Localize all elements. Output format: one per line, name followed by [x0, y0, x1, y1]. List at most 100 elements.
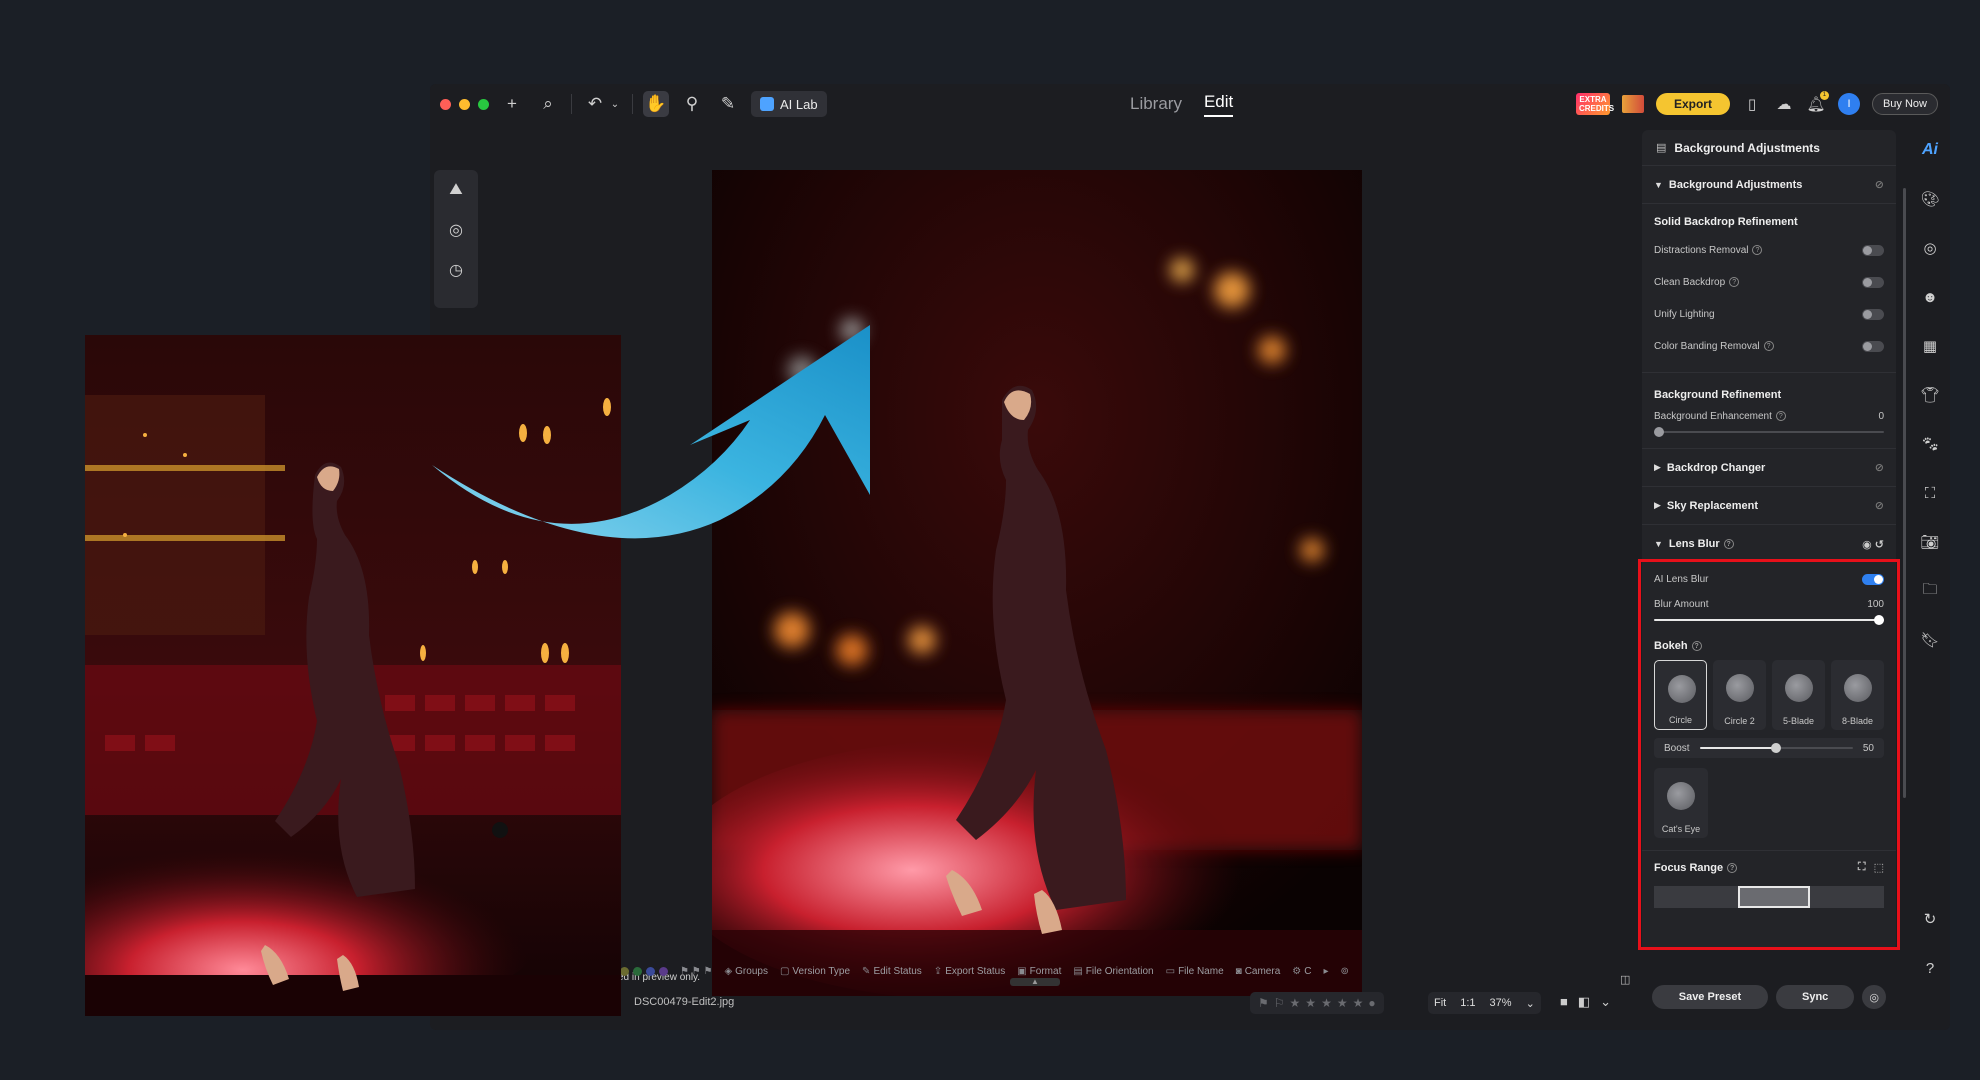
bokeh-option-circle-2[interactable]: Circle 2 — [1713, 660, 1767, 730]
help-icon[interactable]: ? — [1729, 276, 1740, 287]
chevron-down-icon[interactable]: ⌄ — [608, 91, 622, 117]
ai-tools-icon[interactable]: Ai — [1920, 140, 1940, 160]
panel-scrollbar[interactable] — [1903, 188, 1906, 798]
folder-icon[interactable]: 🗀 — [1920, 581, 1940, 601]
blur-amount-slider[interactable]: Blur Amount 100 — [1642, 599, 1896, 626]
help-icon[interactable]: ? — [1920, 958, 1940, 978]
sync-button[interactable]: Sync — [1775, 985, 1855, 1009]
search-icon[interactable]: ⌕ — [535, 91, 561, 117]
maximize-window-button[interactable] — [478, 98, 489, 110]
sync-settings-icon[interactable]: ◎ — [1862, 985, 1886, 1009]
focus-pick-icon[interactable]: ⛶ — [1858, 861, 1866, 874]
slider-track[interactable] — [1699, 742, 1853, 754]
bokeh-option-5-blade[interactable]: 5-Blade — [1772, 660, 1825, 730]
extra-credits-badge[interactable]: EXTRA CREDITS — [1575, 93, 1614, 115]
reset-disabled-icon[interactable]: ⊘ — [1875, 461, 1884, 474]
star-icon[interactable]: ★ — [1353, 996, 1364, 1010]
bokeh-option-cats-eye[interactable]: Cat's Eye — [1654, 768, 1708, 838]
ai-lens-blur-toggle[interactable] — [1862, 573, 1884, 585]
bokeh-option-8-blade[interactable]: 8-Blade — [1831, 660, 1884, 730]
bookmark-star-icon[interactable]: 🔖︎ — [1920, 630, 1940, 650]
filmstrip-toggle-handle[interactable]: ▲ — [1010, 978, 1060, 986]
bell-icon[interactable]: 🔔︎ 1 — [1806, 91, 1829, 114]
reset-disabled-icon[interactable]: ⊘ — [1875, 178, 1884, 191]
slider-knob[interactable] — [1874, 615, 1884, 625]
clean-backdrop-toggle[interactable] — [1862, 276, 1884, 288]
reset-icon[interactable]: ↺ — [1875, 539, 1884, 551]
section-backdrop-changer[interactable]: ▶ Backdrop Changer ⊘ — [1642, 449, 1896, 487]
reset-disabled-icon[interactable]: ⊘ — [1875, 499, 1884, 512]
texture-icon[interactable]: ◎ — [446, 220, 466, 240]
filter-more[interactable]: ⚙ C — [1292, 966, 1311, 977]
slider-knob[interactable] — [1771, 743, 1782, 753]
bokeh-option-circle[interactable]: Circle — [1654, 660, 1708, 730]
minimize-window-button[interactable] — [459, 98, 470, 110]
star-icon[interactable]: ★ — [1305, 996, 1316, 1010]
section-background-adjustments[interactable]: ▼ Background Adjustments ⊘ — [1642, 166, 1896, 204]
avatar[interactable]: I — [1837, 93, 1860, 115]
focus-range-window[interactable] — [1738, 886, 1810, 908]
flag-reject-icon[interactable]: ⚐ — [1274, 996, 1285, 1010]
section-lens-blur[interactable]: ▼ Lens Blur ? ◉ ↺ — [1642, 525, 1896, 563]
flag-filter[interactable]: ⚑ ⚑ ⚑ — [680, 966, 712, 977]
filter-file-orientation[interactable]: ▤ File Orientation — [1073, 966, 1153, 977]
filter-file-name[interactable]: ▭ File Name — [1166, 966, 1224, 977]
focus-range-histogram[interactable] — [1654, 886, 1884, 908]
filter-settings[interactable]: ⊚ — [1341, 966, 1349, 977]
palette-icon[interactable]: 🎨︎ — [1920, 189, 1940, 209]
crop-icon[interactable]: ⛶ — [1920, 483, 1940, 503]
healing-brush-icon[interactable]: ✎ — [715, 91, 741, 117]
undo-icon[interactable]: ↶ — [582, 91, 608, 117]
color-label-filter[interactable] — [620, 966, 668, 976]
filter-camera[interactable]: ◙ Camera — [1236, 966, 1281, 977]
filter-scroll-right[interactable]: ▸ — [1323, 966, 1328, 977]
slider-track[interactable] — [1654, 426, 1884, 438]
gift-icon[interactable] — [1621, 95, 1644, 113]
help-icon[interactable]: ? — [1763, 340, 1774, 351]
sync-status-icon[interactable]: ↻ — [1920, 909, 1940, 929]
cloud-icon[interactable]: ☁ — [1774, 94, 1794, 114]
unify-lighting-toggle[interactable] — [1862, 308, 1884, 320]
filter-version-type[interactable]: ▢ Version Type — [780, 966, 850, 977]
section-sky-replacement[interactable]: ▶ Sky Replacement ⊘ — [1642, 487, 1896, 525]
tab-library[interactable]: Library — [1130, 94, 1182, 114]
zoom-fit-button[interactable]: Fit — [1434, 997, 1446, 1009]
close-window-button[interactable] — [440, 98, 451, 110]
split-view-icon[interactable]: ◧ — [1578, 994, 1590, 1010]
slider-track[interactable] — [1654, 614, 1884, 626]
clothing-icon[interactable]: 👕︎ — [1920, 385, 1940, 405]
boost-slider[interactable]: Boost 50 — [1654, 738, 1884, 758]
export-button[interactable]: Export — [1655, 93, 1730, 115]
chevron-down-icon[interactable]: ⌄ — [1600, 994, 1611, 1010]
camera-icon[interactable]: 📷︎ — [1920, 532, 1940, 552]
help-icon[interactable]: ? — [1775, 411, 1786, 422]
star-icon[interactable]: ★ — [1290, 996, 1301, 1010]
save-preset-button[interactable]: Save Preset — [1652, 985, 1768, 1009]
tab-edit[interactable]: Edit — [1203, 92, 1234, 117]
zoom-one-to-one-button[interactable]: 1:1 — [1460, 997, 1475, 1009]
mobile-icon[interactable]: ▯ — [1742, 94, 1762, 114]
plus-icon[interactable]: + — [499, 91, 525, 117]
filter-export-status[interactable]: ⇪ Export Status — [934, 966, 1005, 977]
slider-knob[interactable] — [1654, 427, 1664, 437]
hand-tool-icon[interactable]: ✋ — [643, 91, 669, 117]
chevron-down-icon[interactable]: ⌄ — [1526, 997, 1535, 1010]
star-icon[interactable]: ★ — [1337, 996, 1348, 1010]
help-icon[interactable]: ? — [1727, 862, 1738, 873]
focus-auto-icon[interactable]: ⬚ — [1874, 861, 1884, 874]
single-view-icon[interactable]: ■ — [1560, 994, 1568, 1010]
color-label-icon[interactable]: ● — [1368, 996, 1375, 1010]
color-banding-removal-toggle[interactable] — [1862, 340, 1884, 352]
star-icon[interactable]: ★ — [1321, 996, 1332, 1010]
background-icon[interactable]: ▦ — [1920, 336, 1940, 356]
help-icon[interactable]: ? — [1691, 641, 1702, 652]
filter-groups[interactable]: ◈ Groups — [724, 966, 768, 977]
help-icon[interactable]: ? — [1752, 244, 1763, 255]
ai-lab-button[interactable]: AI Lab — [751, 91, 827, 117]
stamp-tool-icon[interactable]: ⚲ — [679, 91, 705, 117]
history-icon[interactable]: ◷ — [446, 260, 466, 280]
help-icon[interactable]: ? — [1723, 539, 1734, 549]
buy-now-button[interactable]: Buy Now — [1871, 93, 1938, 115]
filter-edit-status[interactable]: ✎ Edit Status — [862, 966, 922, 977]
distractions-removal-toggle[interactable] — [1862, 244, 1884, 256]
